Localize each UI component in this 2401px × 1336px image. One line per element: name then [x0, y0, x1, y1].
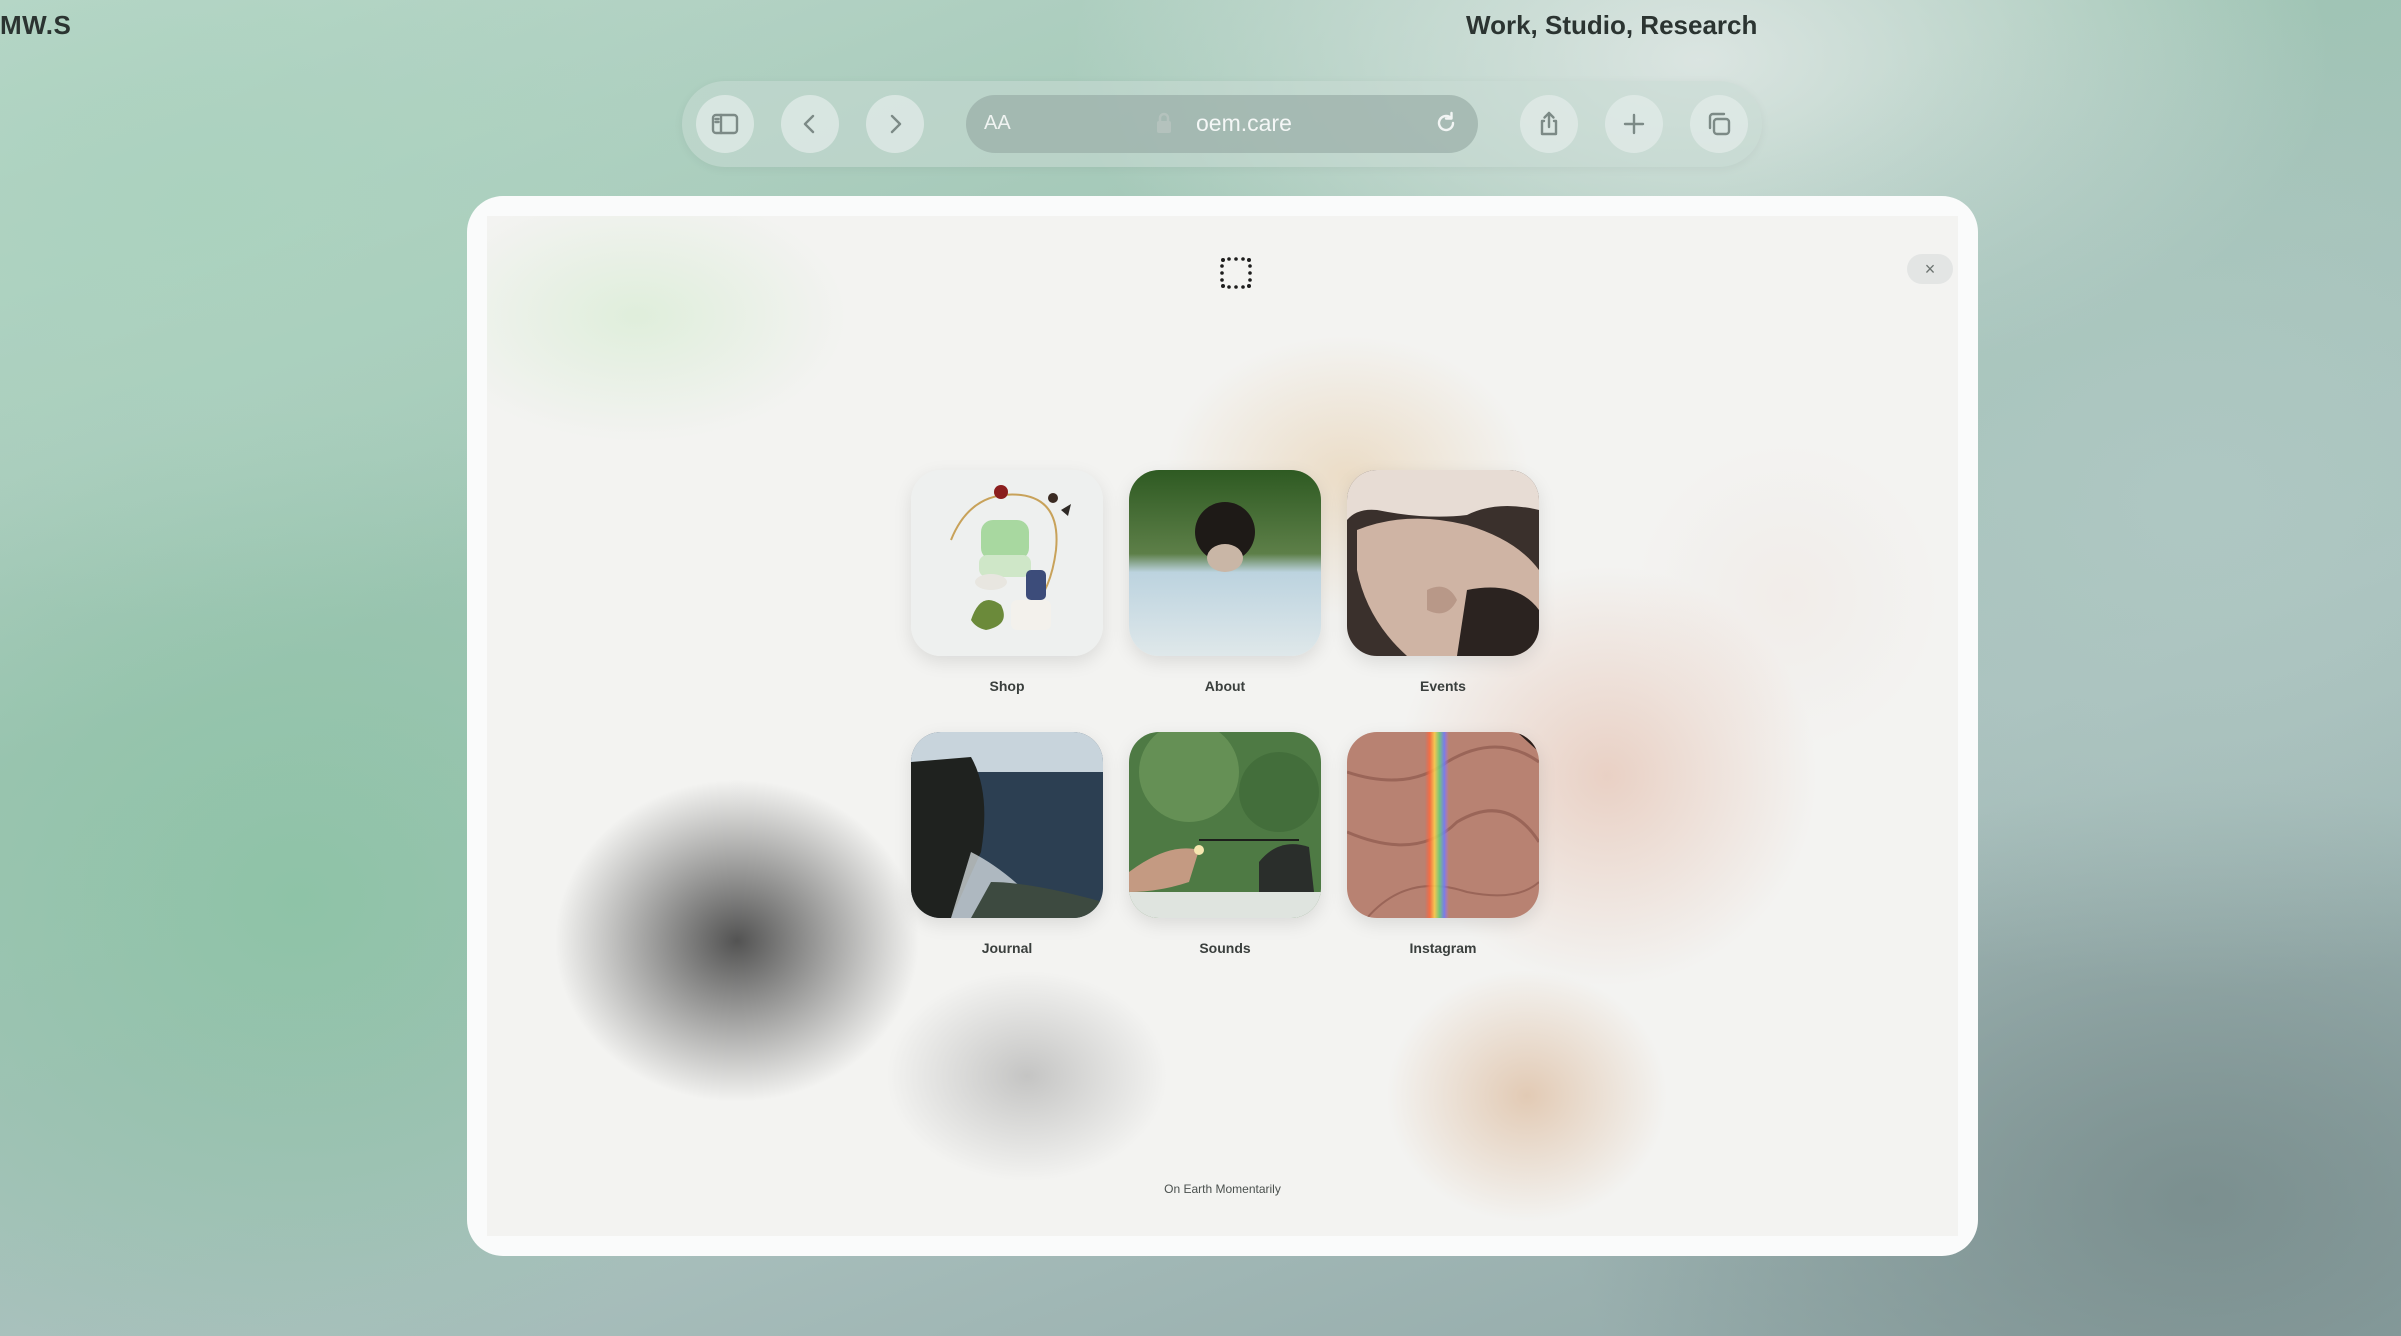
tile-journal[interactable]: Journal	[907, 732, 1107, 956]
browser-toolbar: AA oem.care	[682, 81, 1762, 167]
tile-label: Journal	[981, 940, 1033, 956]
forward-icon	[890, 114, 902, 134]
address-bar[interactable]: AA oem.care	[966, 95, 1478, 153]
url-text: oem.care	[1196, 110, 1292, 136]
tile-label: About	[1204, 678, 1246, 694]
sounds-image	[1129, 732, 1321, 918]
reload-icon	[1437, 111, 1455, 132]
tile-shop[interactable]: Shop	[907, 470, 1107, 694]
tile-instagram[interactable]: Instagram	[1343, 732, 1543, 956]
menu-grid: Shop About Events Journal Sounds Instagr…	[907, 470, 1567, 990]
tile-about[interactable]: About	[1125, 470, 1325, 694]
site-menu-modal: × Shop About Events Journal Sounds Insta…	[467, 196, 1978, 1256]
events-image	[1347, 470, 1539, 656]
plus-icon	[1623, 113, 1645, 135]
share-icon	[1540, 111, 1558, 136]
modal-background: × Shop About Events Journal Sounds Insta…	[487, 216, 1958, 1236]
reload-button[interactable]	[1432, 109, 1460, 137]
tile-label: Instagram	[1409, 940, 1477, 956]
shop-image	[911, 470, 1103, 656]
share-button[interactable]	[1520, 95, 1578, 153]
lock-icon	[1154, 111, 1174, 135]
sidebar-icon	[711, 113, 739, 135]
tagline: On Earth Momentarily	[1164, 1182, 1281, 1196]
dotted-square-logo-icon[interactable]	[1219, 256, 1253, 290]
brand-logo-text[interactable]: MW.S	[0, 10, 71, 41]
back-icon	[803, 114, 815, 134]
back-button[interactable]	[781, 95, 839, 153]
text-size-button[interactable]: AA	[984, 112, 1011, 135]
instagram-image	[1347, 732, 1539, 918]
tile-label: Shop	[989, 678, 1025, 694]
forward-button[interactable]	[866, 95, 924, 153]
tabs-overview-button[interactable]	[1690, 95, 1748, 153]
site-nav-links[interactable]: Work, Studio, Research	[1466, 10, 1757, 41]
new-tab-button[interactable]	[1605, 95, 1663, 153]
tile-sounds[interactable]: Sounds	[1125, 732, 1325, 956]
about-image	[1129, 470, 1321, 656]
tile-label: Sounds	[1199, 940, 1251, 956]
close-button[interactable]: ×	[1907, 254, 1953, 284]
tile-events[interactable]: Events	[1343, 470, 1543, 694]
sidebar-toggle-button[interactable]	[696, 95, 754, 153]
journal-image	[911, 732, 1103, 918]
tile-label: Events	[1420, 678, 1466, 694]
tabs-icon	[1708, 112, 1731, 136]
